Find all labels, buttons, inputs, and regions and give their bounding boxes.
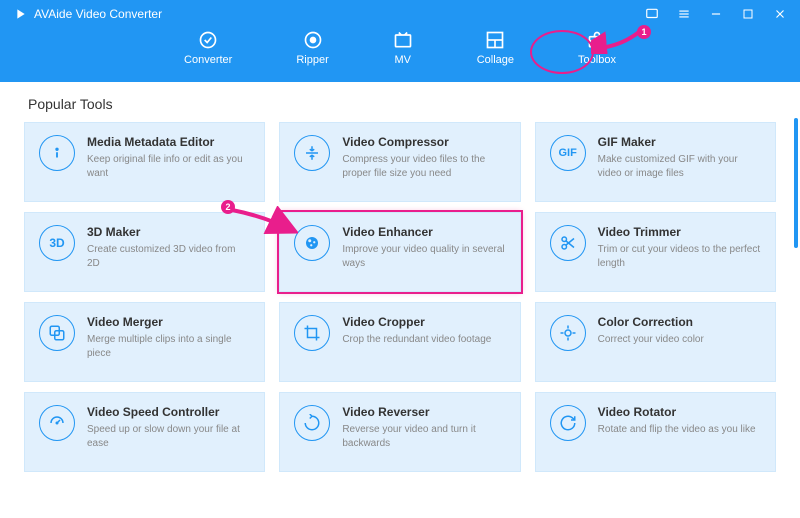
card-content: Video Cropper Crop the redundant video f… [342, 315, 505, 347]
card-title: Video Cropper [342, 315, 505, 329]
tab-label: Converter [184, 54, 232, 66]
tab-ripper[interactable]: Ripper [296, 30, 328, 66]
card-content: GIF Maker Make customized GIF with your … [598, 135, 761, 181]
card-title: Media Metadata Editor [87, 135, 250, 149]
tab-converter[interactable]: Converter [184, 30, 232, 66]
card-content: Color Correction Correct your video colo… [598, 315, 761, 347]
section-title: Popular Tools [28, 96, 776, 112]
maximize-icon[interactable] [740, 6, 756, 22]
tab-toolbox[interactable]: Toolbox [578, 30, 616, 66]
card-title: Video Enhancer [342, 225, 505, 239]
main-content: Popular Tools Media Metadata Editor Keep… [0, 82, 800, 482]
feedback-icon[interactable] [644, 6, 660, 22]
card-desc: Merge multiple clips into a single piece [87, 333, 250, 361]
app-logo-icon [12, 6, 28, 22]
card-title: Video Trimmer [598, 225, 761, 239]
card-content: Media Metadata Editor Keep original file… [87, 135, 250, 181]
reverse-icon [294, 405, 330, 441]
tab-label: Ripper [296, 54, 328, 66]
card-title: GIF Maker [598, 135, 761, 149]
card-3d-maker[interactable]: 3D 3D Maker Create customized 3D video f… [24, 212, 265, 292]
header: AVAide Video Converter Converter Ripper … [0, 0, 800, 82]
card-content: Video Enhancer Improve your video qualit… [342, 225, 505, 271]
tabs: Converter Ripper MV Collage Toolbox [0, 28, 800, 66]
tab-label: Toolbox [578, 54, 616, 66]
tab-label: Collage [477, 54, 514, 66]
toolbox-icon [587, 30, 607, 50]
card-title: 3D Maker [87, 225, 250, 239]
crop-icon [294, 315, 330, 351]
card-content: Video Speed Controller Speed up or slow … [87, 405, 250, 451]
close-icon[interactable] [772, 6, 788, 22]
card-content: Video Trimmer Trim or cut your videos to… [598, 225, 761, 271]
card-desc: Make customized GIF with your video or i… [598, 153, 761, 181]
info-icon [39, 135, 75, 171]
card-title: Video Speed Controller [87, 405, 250, 419]
card-content: Video Rotator Rotate and flip the video … [598, 405, 761, 437]
trim-icon [550, 225, 586, 261]
card-desc: Reverse your video and turn it backwards [342, 423, 505, 451]
card-desc: Correct your video color [598, 333, 761, 347]
card-video-enhancer[interactable]: Video Enhancer Improve your video qualit… [279, 212, 520, 292]
card-color-correction[interactable]: Color Correction Correct your video colo… [535, 302, 776, 382]
collage-icon [485, 30, 505, 50]
card-video-rotator[interactable]: Video Rotator Rotate and flip the video … [535, 392, 776, 472]
card-title: Video Merger [87, 315, 250, 329]
card-desc: Rotate and flip the video as you like [598, 423, 761, 437]
rotate-icon [550, 405, 586, 441]
app-title: AVAide Video Converter [34, 7, 162, 21]
card-video-speed-controller[interactable]: Video Speed Controller Speed up or slow … [24, 392, 265, 472]
card-title: Video Reverser [342, 405, 505, 419]
card-desc: Compress your video files to the proper … [342, 153, 505, 181]
converter-icon [198, 30, 218, 50]
card-content: Video Reverser Reverse your video and tu… [342, 405, 505, 451]
card-video-cropper[interactable]: Video Cropper Crop the redundant video f… [279, 302, 520, 382]
card-desc: Create customized 3D video from 2D [87, 243, 250, 271]
tab-label: MV [394, 54, 411, 66]
card-video-compressor[interactable]: Video Compressor Compress your video fil… [279, 122, 520, 202]
tab-collage[interactable]: Collage [477, 30, 514, 66]
card-desc: Speed up or slow down your file at ease [87, 423, 250, 451]
card-video-merger[interactable]: Video Merger Merge multiple clips into a… [24, 302, 265, 382]
color-icon [550, 315, 586, 351]
card-title: Color Correction [598, 315, 761, 329]
card-content: 3D Maker Create customized 3D video from… [87, 225, 250, 271]
tools-grid: Media Metadata Editor Keep original file… [24, 122, 776, 472]
card-media-metadata-editor[interactable]: Media Metadata Editor Keep original file… [24, 122, 265, 202]
minimize-icon[interactable] [708, 6, 724, 22]
window-controls [644, 6, 788, 22]
mv-icon [393, 30, 413, 50]
card-desc: Keep original file info or edit as you w… [87, 153, 250, 181]
enhance-icon [294, 225, 330, 261]
speed-icon [39, 405, 75, 441]
scrollbar[interactable] [794, 118, 798, 248]
menu-icon[interactable] [676, 6, 692, 22]
card-title: Video Rotator [598, 405, 761, 419]
card-content: Video Merger Merge multiple clips into a… [87, 315, 250, 361]
card-desc: Crop the redundant video footage [342, 333, 505, 347]
titlebar: AVAide Video Converter [0, 0, 800, 28]
card-content: Video Compressor Compress your video fil… [342, 135, 505, 181]
card-video-trimmer[interactable]: Video Trimmer Trim or cut your videos to… [535, 212, 776, 292]
app-title-area: AVAide Video Converter [12, 6, 162, 22]
merge-icon [39, 315, 75, 351]
card-title: Video Compressor [342, 135, 505, 149]
card-desc: Trim or cut your videos to the perfect l… [598, 243, 761, 271]
card-video-reverser[interactable]: Video Reverser Reverse your video and tu… [279, 392, 520, 472]
compress-icon [294, 135, 330, 171]
card-gif-maker[interactable]: GIF GIF Maker Make customized GIF with y… [535, 122, 776, 202]
card-desc: Improve your video quality in several wa… [342, 243, 505, 271]
3d-icon: 3D [39, 225, 75, 261]
gif-icon: GIF [550, 135, 586, 171]
ripper-icon [303, 30, 323, 50]
tab-mv[interactable]: MV [393, 30, 413, 66]
